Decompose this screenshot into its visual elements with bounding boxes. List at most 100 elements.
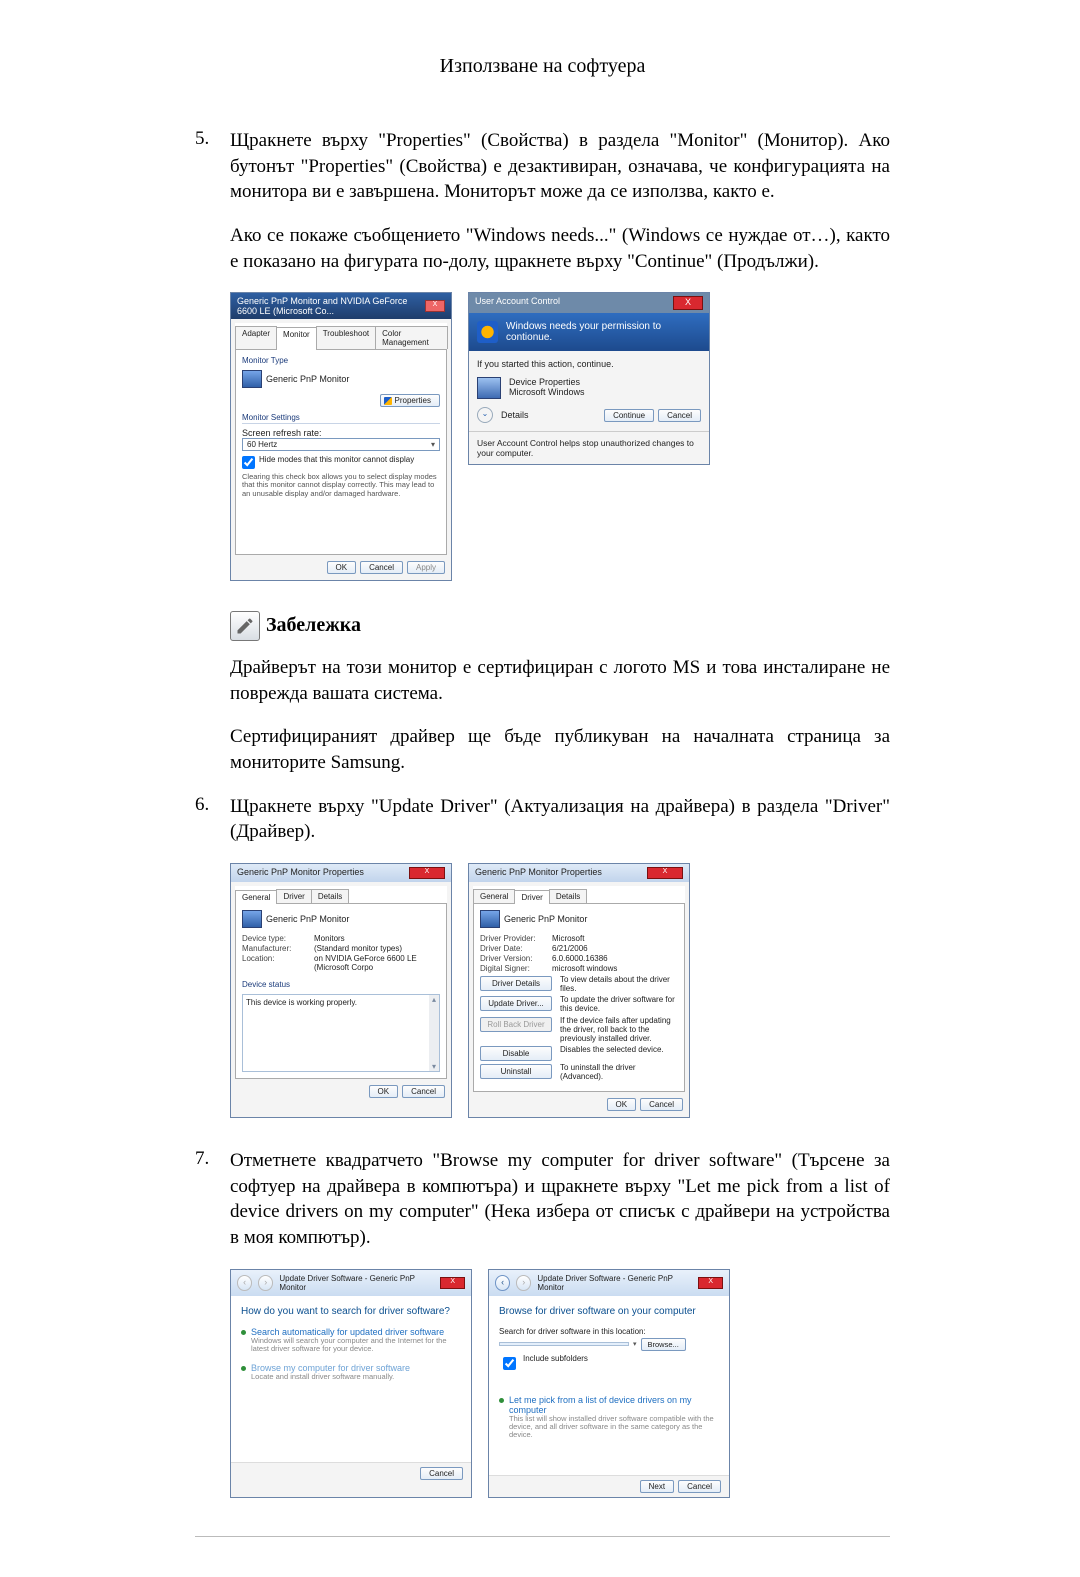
include-subfolders-label: Include subfolders bbox=[523, 1354, 588, 1373]
dialog-titlebar: Generic PnP Monitor and NVIDIA GeForce 6… bbox=[231, 293, 451, 319]
hide-modes-checkbox[interactable] bbox=[242, 456, 255, 469]
monitor-icon bbox=[242, 370, 262, 388]
close-icon[interactable]: X bbox=[698, 1277, 723, 1289]
section-monitor-type: Monitor Type bbox=[242, 356, 440, 366]
tab-general[interactable]: General bbox=[473, 889, 515, 903]
screenshot-row-1: Generic PnP Monitor and NVIDIA GeForce 6… bbox=[230, 292, 890, 581]
shield-icon bbox=[477, 321, 498, 343]
kv-value: Monitors bbox=[314, 934, 440, 943]
note-p1: Драйверът на този монитор е сертифициран… bbox=[230, 655, 890, 706]
kv-key: Driver Version: bbox=[480, 954, 552, 963]
tab-monitor[interactable]: Monitor bbox=[276, 327, 317, 350]
cancel-button[interactable]: Cancel bbox=[678, 1480, 721, 1493]
forward-icon[interactable]: › bbox=[258, 1275, 273, 1291]
close-icon[interactable]: X bbox=[647, 867, 683, 879]
cancel-button[interactable]: Cancel bbox=[640, 1098, 683, 1111]
device-properties-driver-dialog: Generic PnP Monitor Properties X General… bbox=[468, 863, 690, 1118]
tab-details[interactable]: Details bbox=[549, 889, 587, 903]
update-driver-desc: To update the driver software for this d… bbox=[560, 996, 678, 1014]
continue-button[interactable]: Continue bbox=[604, 409, 654, 422]
location-label: Search for driver software in this locat… bbox=[499, 1327, 719, 1336]
roll-back-driver-desc: If the device fails after updating the d… bbox=[560, 1017, 678, 1043]
kv-key: Device type: bbox=[242, 934, 314, 943]
tab-general[interactable]: General bbox=[235, 890, 277, 904]
roll-back-driver-button[interactable]: Roll Back Driver bbox=[480, 1017, 552, 1032]
option-let-me-pick[interactable]: Let me pick from a list of device driver… bbox=[499, 1395, 719, 1440]
scrollbar[interactable]: ▴▾ bbox=[429, 995, 439, 1071]
list-number: 7. bbox=[195, 1148, 230, 1251]
device-name: Generic PnP Monitor bbox=[266, 914, 349, 924]
ok-button[interactable]: OK bbox=[369, 1085, 399, 1098]
wizard-breadcrumb: Update Driver Software - Generic PnP Mon… bbox=[279, 1274, 434, 1292]
option-desc: Locate and install driver software manua… bbox=[251, 1373, 461, 1381]
kv-value: Microsoft bbox=[552, 934, 678, 943]
forward-icon[interactable]: › bbox=[516, 1275, 531, 1291]
refresh-rate-select[interactable]: 60 Hertz ▾ bbox=[242, 438, 440, 451]
tab-driver[interactable]: Driver bbox=[276, 889, 311, 903]
apply-button[interactable]: Apply bbox=[407, 561, 445, 574]
dialog-title-text: Generic PnP Monitor Properties bbox=[475, 867, 602, 879]
page-title: Използване на софтуера bbox=[195, 55, 890, 78]
disable-button[interactable]: Disable bbox=[480, 1046, 552, 1061]
option-desc: Windows will search your computer and th… bbox=[251, 1337, 461, 1354]
uac-titlebar: User Account Control X bbox=[469, 293, 709, 313]
cancel-button[interactable]: Cancel bbox=[420, 1467, 463, 1480]
footer-rule bbox=[195, 1536, 890, 1537]
monitor-icon bbox=[480, 910, 500, 928]
device-status-box: This device is working properly. ▴▾ bbox=[242, 994, 440, 1072]
hide-modes-description: Clearing this check box allows you to se… bbox=[242, 473, 440, 498]
tab-troubleshoot[interactable]: Troubleshoot bbox=[316, 326, 376, 349]
uac-headline: Windows needs your permission to contion… bbox=[506, 321, 701, 343]
chevron-down-icon[interactable]: ▾ bbox=[633, 1340, 637, 1348]
uninstall-button[interactable]: Uninstall bbox=[480, 1064, 552, 1079]
kv-value: 6.0.6000.16386 bbox=[552, 954, 678, 963]
kv-key: Manufacturer: bbox=[242, 944, 314, 953]
close-icon[interactable]: X bbox=[425, 300, 445, 312]
monitor-properties-dialog: Generic PnP Monitor and NVIDIA GeForce 6… bbox=[230, 292, 452, 581]
uac-details-link[interactable]: Details bbox=[501, 410, 529, 420]
uac-dialog: User Account Control X Windows needs you… bbox=[468, 292, 710, 465]
close-icon[interactable]: X bbox=[440, 1277, 465, 1289]
kv-key: Digital Signer: bbox=[480, 964, 552, 973]
include-subfolders-checkbox[interactable] bbox=[503, 1357, 516, 1370]
tab-adapter[interactable]: Adapter bbox=[235, 326, 277, 349]
tab-details[interactable]: Details bbox=[311, 889, 349, 903]
kv-key: Location: bbox=[242, 954, 314, 972]
browse-button[interactable]: Browse... bbox=[641, 1338, 686, 1351]
driver-details-button[interactable]: Driver Details bbox=[480, 976, 552, 991]
refresh-rate-value: 60 Hertz bbox=[247, 440, 277, 449]
uninstall-desc: To uninstall the driver (Advanced). bbox=[560, 1064, 678, 1082]
chevron-down-icon[interactable]: ⌄ bbox=[477, 407, 493, 423]
properties-button[interactable]: Properties bbox=[380, 394, 440, 407]
cancel-button[interactable]: Cancel bbox=[360, 561, 403, 574]
uac-headline-bar: Windows needs your permission to contion… bbox=[469, 313, 709, 351]
uac-footer: User Account Control helps stop unauthor… bbox=[469, 431, 709, 464]
tab-driver[interactable]: Driver bbox=[514, 890, 549, 904]
option-search-auto[interactable]: Search automatically for updated driver … bbox=[241, 1327, 461, 1354]
device-status-heading: Device status bbox=[242, 980, 440, 990]
cancel-button[interactable]: Cancel bbox=[402, 1085, 445, 1098]
next-button[interactable]: Next bbox=[640, 1480, 674, 1493]
device-status-text: This device is working properly. bbox=[246, 998, 357, 1007]
dialog-title-text: Generic PnP Monitor Properties bbox=[237, 867, 364, 879]
close-icon[interactable]: X bbox=[673, 296, 703, 310]
note-heading: Забележка bbox=[230, 611, 890, 641]
back-icon[interactable]: ‹ bbox=[495, 1275, 510, 1291]
scroll-down-icon[interactable]: ▾ bbox=[432, 1062, 436, 1071]
cancel-button[interactable]: Cancel bbox=[658, 409, 701, 422]
driver-details-desc: To view details about the driver files. bbox=[560, 976, 678, 994]
list-text: Щракнете върху "Update Driver" (Актуализ… bbox=[230, 794, 890, 845]
ok-button[interactable]: OK bbox=[607, 1098, 637, 1111]
device-properties-general-dialog: Generic PnP Monitor Properties X General… bbox=[230, 863, 452, 1118]
tab-color-management[interactable]: Color Management bbox=[375, 326, 448, 349]
ok-button[interactable]: OK bbox=[327, 561, 357, 574]
step-7: 7. Отметнете квадратчето "Browse my comp… bbox=[195, 1148, 890, 1251]
kv-value: 6/21/2006 bbox=[552, 944, 678, 953]
close-icon[interactable]: X bbox=[409, 867, 445, 879]
scroll-up-icon[interactable]: ▴ bbox=[432, 995, 436, 1004]
hide-modes-label: Hide modes that this monitor cannot disp… bbox=[259, 455, 414, 464]
location-combobox[interactable] bbox=[499, 1342, 629, 1346]
update-driver-button[interactable]: Update Driver... bbox=[480, 996, 552, 1011]
option-browse-computer[interactable]: Browse my computer for driver software L… bbox=[241, 1363, 461, 1381]
back-icon[interactable]: ‹ bbox=[237, 1275, 252, 1291]
